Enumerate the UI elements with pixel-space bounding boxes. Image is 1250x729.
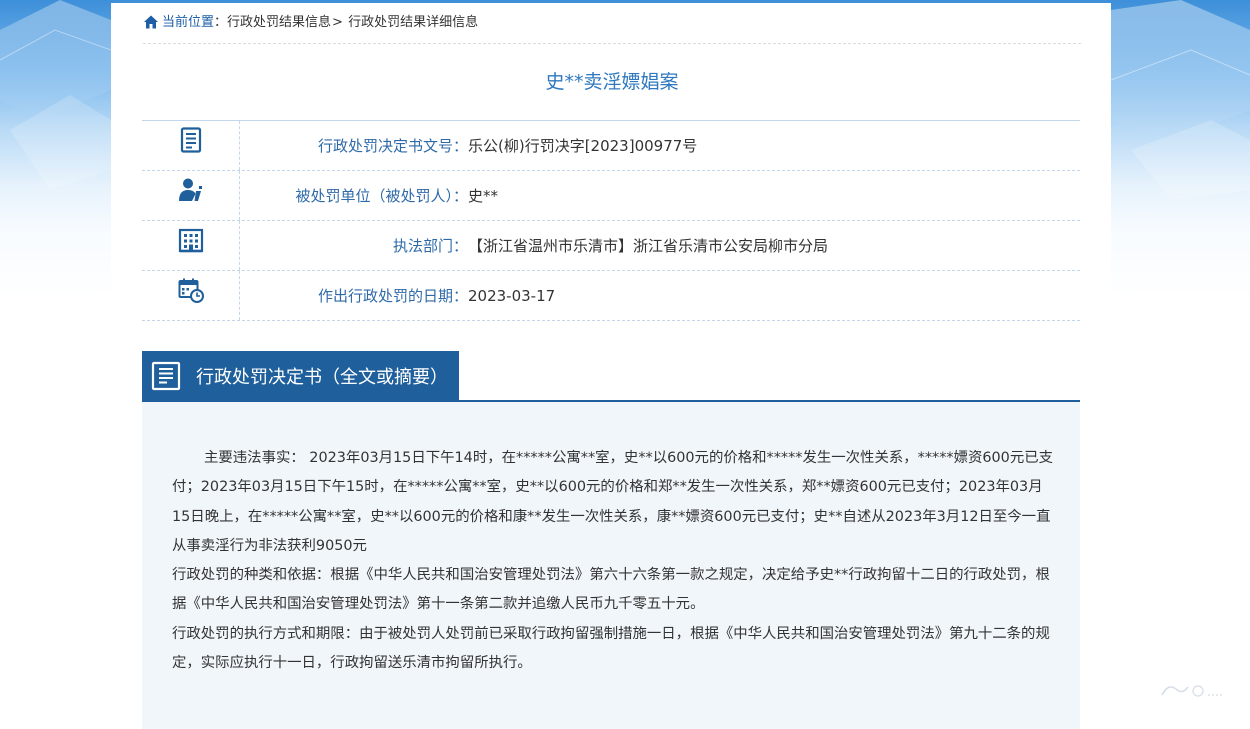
section-header: 行政处罚决定书（全文或摘要） <box>142 351 1080 402</box>
info-label: 行政处罚决定书文号： <box>317 137 468 155</box>
info-icon-cell <box>142 221 240 270</box>
building-icon <box>178 228 203 253</box>
breadcrumb-link-details[interactable]: 行政处罚结果详细信息 <box>348 3 478 43</box>
main-panel: 当前位置 ： 行政处罚结果信息 > 行政处罚结果详细信息 史**卖淫嫖娼案 行政… <box>111 3 1111 729</box>
document-icon <box>151 361 181 390</box>
breadcrumb-colon: ： <box>214 15 228 30</box>
info-content: 作出行政处罚的日期： 2023-03-17 <box>240 271 1080 320</box>
info-row-penalized-party: 被处罚单位（被处罚人）： 史** <box>142 171 1080 221</box>
info-value: 2023-03-17 <box>468 286 556 305</box>
info-label: 执法部门： <box>392 237 468 255</box>
person-icon <box>178 178 202 201</box>
info-value: 【浙江省温州市乐清市】浙江省乐清市公安局柳市分局 <box>468 237 829 255</box>
info-content: 行政处罚决定书文号： 乐公(柳)行罚决字[2023]00977号 <box>240 121 1080 170</box>
info-row-decision-date: 作出行政处罚的日期： 2023-03-17 <box>142 271 1080 321</box>
info-value: 乐公(柳)行罚决字[2023]00977号 <box>468 137 698 155</box>
breadcrumb-separator: > <box>332 15 343 30</box>
info-content: 执法部门： 【浙江省温州市乐清市】浙江省乐清市公安局柳市分局 <box>240 221 1080 270</box>
info-icon-cell <box>142 121 240 170</box>
section-tab: 行政处罚决定书（全文或摘要） <box>142 351 459 400</box>
info-label: 被处罚单位（被处罚人）： <box>295 187 468 205</box>
info-value: 史** <box>468 187 499 205</box>
background-decoration-right <box>1111 0 1250 200</box>
page-title: 史**卖淫嫖娼案 <box>545 71 679 93</box>
info-icon-cell <box>142 171 240 220</box>
breadcrumb-link-results[interactable]: 行政处罚结果信息 <box>227 3 331 43</box>
section-title: 行政处罚决定书（全文或摘要） <box>196 366 448 388</box>
info-label: 作出行政处罚的日期： <box>317 287 468 305</box>
content-paragraph-facts: 主要违法事实： 2023年03月15日下午14时，在*****公寓**室，史**… <box>172 450 1054 554</box>
content-paragraph-basis: 行政处罚的种类和依据：根据《中华人民共和国治安管理处罚法》第六十六条第一款之规定… <box>172 567 1050 613</box>
calendar-clock-icon <box>178 278 204 303</box>
info-content: 被处罚单位（被处罚人）： 史** <box>240 171 1080 220</box>
watermark-logo-icon <box>1161 685 1224 697</box>
breadcrumb-current-label: 当前位置 <box>162 15 215 30</box>
document-number-icon <box>180 127 201 153</box>
info-row-document-number: 行政处罚决定书文号： 乐公(柳)行罚决字[2023]00977号 <box>142 121 1080 171</box>
decision-content: 主要违法事实： 2023年03月15日下午14时，在*****公寓**室，史**… <box>142 402 1080 729</box>
content-paragraph-execution: 行政处罚的执行方式和期限：由于被处罚人处罚前已采取行政拘留强制措施一日，根据《中… <box>172 625 1050 672</box>
home-icon <box>144 15 158 29</box>
info-table: 行政处罚决定书文号： 乐公(柳)行罚决字[2023]00977号 被处罚单位（被… <box>142 120 1080 321</box>
info-row-enforcement-dept: 执法部门： 【浙江省温州市乐清市】浙江省乐清市公安局柳市分局 <box>142 221 1080 271</box>
breadcrumb: 当前位置 ： 行政处罚结果信息 > 行政处罚结果详细信息 <box>143 3 1081 44</box>
background-decoration-left <box>0 0 111 190</box>
info-icon-cell <box>142 271 240 320</box>
